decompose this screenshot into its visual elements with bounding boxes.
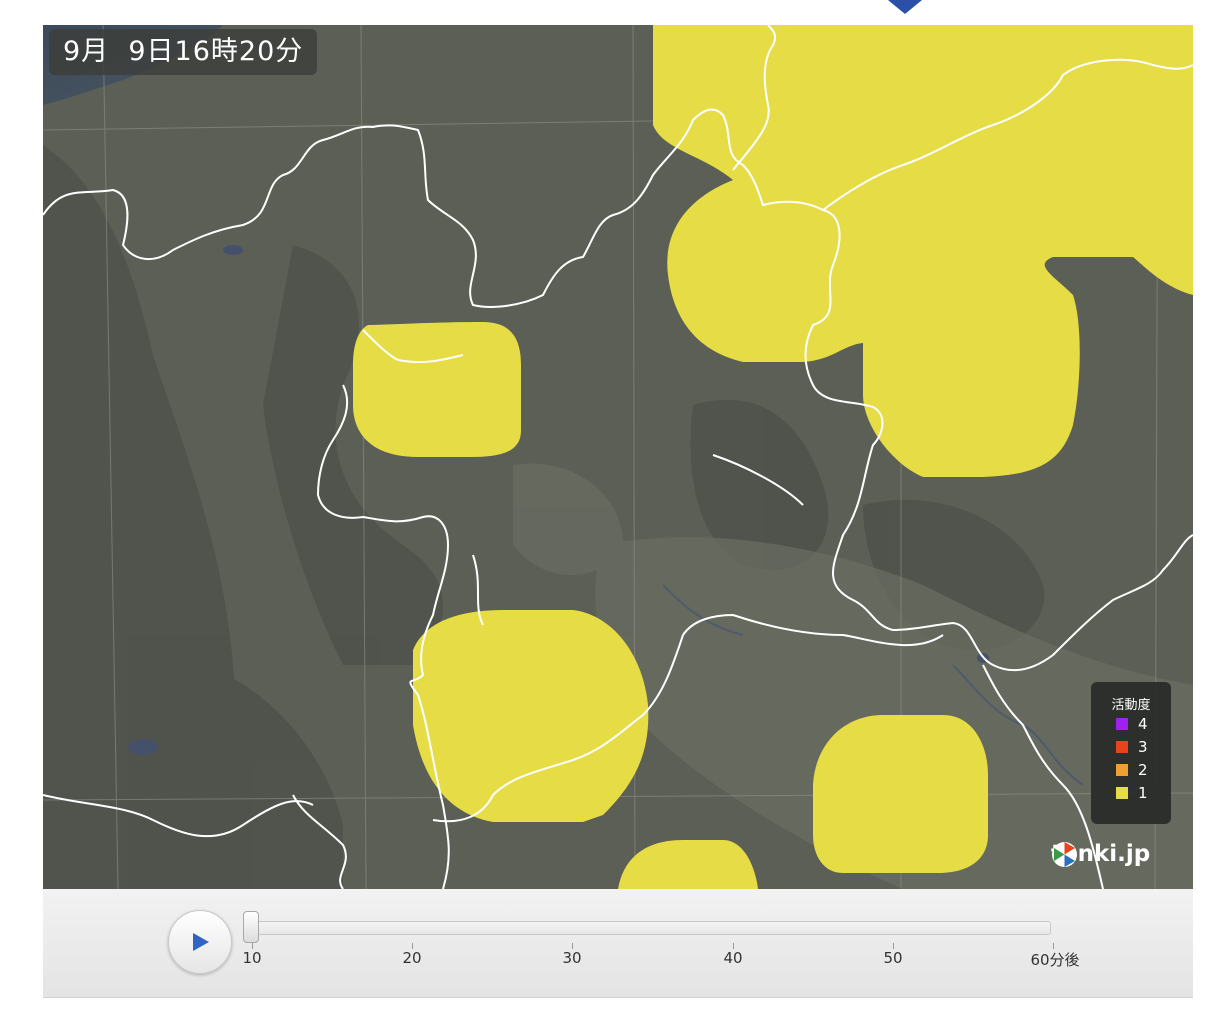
timeline-slider-thumb[interactable] bbox=[243, 911, 259, 943]
legend-item: 4 bbox=[1091, 712, 1171, 735]
legend-item: 3 bbox=[1091, 735, 1171, 758]
legend-swatch bbox=[1116, 763, 1128, 776]
activity-area-south-west bbox=[413, 610, 649, 822]
timeline-slider[interactable] bbox=[246, 921, 1051, 935]
legend-swatch bbox=[1116, 717, 1128, 730]
legend-swatch bbox=[1116, 740, 1128, 753]
activity-legend: 活動度 4 3 2 1 bbox=[1091, 682, 1171, 824]
legend-item: 1 bbox=[1091, 781, 1171, 804]
tenki-logo-icon bbox=[1052, 842, 1077, 867]
legend-item: 2 bbox=[1091, 758, 1171, 781]
timeline-tick-label: 60分後 bbox=[1030, 951, 1080, 969]
timestamp-day-time: 9日16時20分 bbox=[128, 36, 304, 67]
map-view[interactable]: 9月 9日16時20分 活動度 4 3 2 1 tenki.jp bbox=[43, 25, 1193, 889]
legend-label: 4 bbox=[1138, 714, 1148, 733]
legend-label: 1 bbox=[1138, 783, 1148, 802]
legend-label: 3 bbox=[1138, 737, 1148, 756]
timeline-tick-label: 40 bbox=[723, 949, 743, 967]
play-button[interactable] bbox=[168, 910, 232, 974]
timeline-tick-label: 10 bbox=[242, 949, 262, 967]
timeline-tick-label: 50 bbox=[883, 949, 903, 967]
map-canvas bbox=[43, 25, 1193, 889]
activity-area-south-east bbox=[813, 715, 988, 873]
timeline-tick-label: 30 bbox=[562, 949, 582, 967]
activity-area-center-west bbox=[353, 322, 521, 457]
play-icon bbox=[193, 933, 209, 951]
lake bbox=[223, 245, 243, 255]
legend-title: 活動度 bbox=[1111, 698, 1151, 713]
timeline-tick-label: 20 bbox=[402, 949, 422, 967]
animation-controls: 10 20 30 40 50 60分後 bbox=[43, 889, 1193, 998]
legend-label: 2 bbox=[1138, 760, 1148, 779]
lake bbox=[128, 739, 158, 755]
timestamp-month: 9月 bbox=[63, 36, 110, 67]
timestamp-badge: 9月 9日16時20分 bbox=[49, 29, 318, 75]
legend-swatch bbox=[1116, 786, 1128, 799]
top-marker-icon bbox=[888, 0, 922, 14]
brand-logo: tenki.jp bbox=[1051, 841, 1150, 867]
